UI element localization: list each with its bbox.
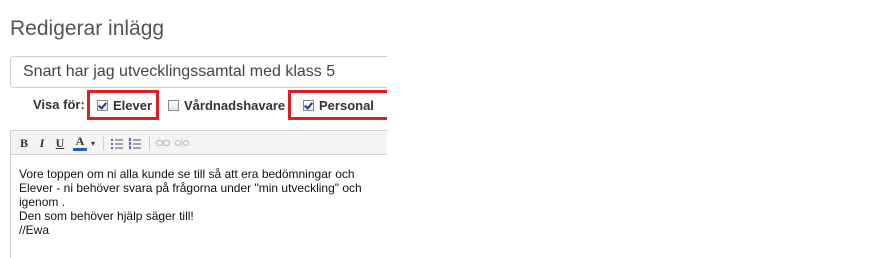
highlight-box-elever [87,90,159,120]
toolbar-separator [103,136,104,150]
editor-line: //Ewa [19,223,50,237]
numbered-list-icon[interactable] [128,135,142,151]
underline-icon[interactable]: U [54,135,66,151]
editor-line: Den som behöver hjälp säger till! [19,209,194,223]
edit-post-page: Redigerar inlägg Visa för: Elever Vårdna… [0,0,875,258]
editor-line: Vore toppen om ni alla kunde se till så … [19,167,355,181]
highlight-box-personal [288,90,392,120]
vardnadshavare-checkbox[interactable] [168,99,179,111]
unlink-icon[interactable] [175,135,189,151]
editor-line: Elever - ni behöver svara på frågorna un… [19,181,362,195]
page-title: Redigerar inlägg [10,17,165,40]
chevron-down-icon[interactable]: ▾ [89,135,97,151]
font-color-icon[interactable]: A [73,134,87,151]
editor-content[interactable]: Vore toppen om ni alla kunde se till så … [19,167,399,237]
italic-icon[interactable]: I [36,135,48,151]
editor-line: igenom . [19,195,66,209]
bold-icon[interactable]: B [18,135,30,151]
vardnadshavare-label: Vårdnadshavare [184,97,286,113]
rich-text-editor: B I U A ▾ Vore toppen om ni alla kunde s… [10,130,401,258]
editor-toolbar: B I U A ▾ [11,130,401,155]
visibility-label: Visa för: [33,97,85,112]
blank-area [387,0,875,258]
toolbar-separator [149,136,150,150]
option-vardnadshavare[interactable]: Vårdnadshavare [168,96,285,114]
bullet-list-icon[interactable] [110,135,124,151]
link-icon[interactable] [156,135,170,151]
subject-input[interactable] [10,56,400,88]
